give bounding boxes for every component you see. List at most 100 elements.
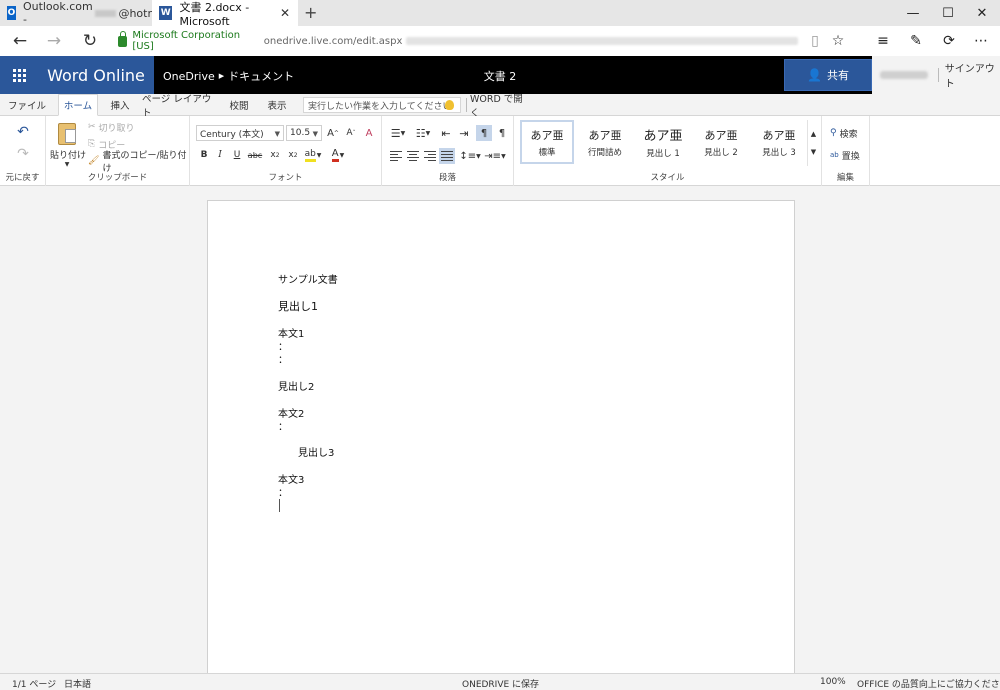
document-page[interactable]: サンプル文書 見出し1 本文1 ： ： 見出し2 本文2 ： 見出し3 本文3 … bbox=[207, 200, 795, 680]
app-brand[interactable]: Word Online bbox=[38, 56, 154, 94]
decrease-indent-icon[interactable]: ⇤ bbox=[439, 126, 453, 140]
open-in-word-button[interactable]: WORD で開く bbox=[470, 94, 530, 119]
breadcrumb-documents[interactable]: ドキュメント bbox=[228, 68, 294, 84]
doc-heading-2[interactable]: 見出し2 bbox=[278, 378, 314, 393]
chevron-down-icon: ▼ bbox=[312, 130, 318, 138]
shrink-font-icon[interactable]: Aˇ bbox=[345, 126, 357, 140]
tab-insert[interactable]: 挿入 bbox=[104, 94, 136, 116]
paste-dropdown-icon[interactable]: ▼ bbox=[62, 160, 72, 168]
style-normal[interactable]: あア亜 標準 bbox=[520, 120, 574, 164]
account-name-redacted[interactable] bbox=[880, 71, 928, 79]
breadcrumb-onedrive[interactable]: OneDrive bbox=[163, 70, 215, 83]
minimize-icon[interactable]: — bbox=[893, 2, 933, 24]
grow-font-icon[interactable]: A ^ bbox=[327, 126, 339, 140]
highlight-color-icon[interactable]: ab ▼ bbox=[303, 148, 323, 162]
search-icon: ⚲ bbox=[830, 128, 837, 138]
app-launcher-icon[interactable] bbox=[0, 56, 38, 94]
chevron-down-icon: ▼ bbox=[274, 130, 280, 138]
align-left-icon[interactable] bbox=[389, 149, 403, 163]
styles-scroll[interactable]: ▲ ▼ bbox=[807, 120, 819, 166]
document-canvas[interactable]: サンプル文書 見出し1 本文1 ： ： 見出し2 本文2 ： 見出し3 本文3 … bbox=[0, 187, 1000, 680]
clear-formatting-icon[interactable]: A bbox=[362, 126, 376, 140]
style-name: 見出し 3 bbox=[762, 147, 796, 158]
strikethrough-icon[interactable]: abc bbox=[247, 148, 263, 162]
font-size-select[interactable]: 10.5 ▼ bbox=[286, 125, 322, 141]
paragraph-spacing-icon[interactable]: ⇥≡ ▼ bbox=[484, 149, 506, 163]
tell-me-input[interactable]: 実行したい作業を入力してください bbox=[303, 97, 461, 113]
doc-title-line[interactable]: サンプル文書 bbox=[278, 271, 338, 286]
zoom-level[interactable]: 100% bbox=[820, 677, 846, 687]
style-heading-3[interactable]: あア亜 見出し 3 bbox=[752, 120, 806, 164]
font-group: Century (本文) ▼ 10.5 ▼ A ^ Aˇ A B I U abc … bbox=[190, 116, 382, 186]
share-button[interactable]: 👤 共有 bbox=[784, 59, 872, 91]
tab-word-document[interactable]: W 文書 2.docx - Microsoft ✕ bbox=[152, 0, 298, 28]
align-right-icon[interactable] bbox=[423, 149, 437, 163]
tab-file[interactable]: ファイル bbox=[6, 94, 48, 116]
cut-button[interactable]: ✂ 切り取り bbox=[88, 121, 135, 134]
style-sample: あア亜 bbox=[704, 128, 738, 142]
tab-outlook[interactable]: O Outlook.com - @hotr bbox=[0, 0, 152, 26]
window-close-icon[interactable]: ✕ bbox=[962, 2, 1000, 24]
justify-icon[interactable] bbox=[439, 148, 455, 164]
increase-indent-icon[interactable]: ⇥ bbox=[457, 126, 471, 140]
italic-icon[interactable]: I bbox=[214, 148, 226, 162]
line-spacing-icon[interactable]: ↕≡ ▼ bbox=[459, 149, 480, 163]
bold-icon[interactable]: B bbox=[198, 148, 210, 162]
doc-ellipsis[interactable]: ： bbox=[278, 351, 288, 366]
forward-icon[interactable]: → bbox=[42, 30, 66, 52]
web-note-icon[interactable]: ✎ bbox=[905, 31, 927, 51]
replace-button[interactable]: ab 置換 bbox=[830, 148, 860, 162]
close-tab-icon[interactable]: ✕ bbox=[280, 6, 290, 20]
replace-icon: ab bbox=[830, 151, 839, 159]
back-icon[interactable]: ← bbox=[8, 30, 32, 52]
align-center-icon[interactable] bbox=[406, 149, 420, 163]
undo-icon[interactable]: ↶ bbox=[14, 124, 32, 140]
tab-separator bbox=[466, 98, 467, 112]
refresh-icon[interactable]: ↻ bbox=[78, 30, 102, 52]
tab-view[interactable]: 表示 bbox=[260, 94, 294, 116]
find-button[interactable]: ⚲ 検索 bbox=[830, 126, 858, 140]
superscript-icon[interactable]: x2 bbox=[286, 148, 300, 162]
tell-me-placeholder: 実行したい作業を入力してください bbox=[308, 101, 452, 112]
new-tab-icon[interactable]: + bbox=[304, 3, 317, 22]
doc-ellipsis[interactable]: ： bbox=[278, 484, 288, 499]
redo-icon[interactable]: ↷ bbox=[14, 146, 32, 162]
style-heading-1[interactable]: あア亜 見出し 1 bbox=[636, 120, 690, 164]
doc-heading-1[interactable]: 見出し1 bbox=[278, 298, 318, 314]
font-color-icon[interactable]: A ▼ bbox=[328, 148, 348, 162]
doc-heading-3[interactable]: 見出し3 bbox=[298, 444, 334, 459]
tab-home[interactable]: ホーム bbox=[58, 94, 98, 116]
tab-review[interactable]: 校閲 bbox=[224, 94, 254, 116]
style-no-spacing[interactable]: あア亜 行間詰め bbox=[578, 120, 632, 164]
document-title[interactable]: 文書 2 bbox=[470, 68, 530, 84]
style-heading-2[interactable]: あア亜 見出し 2 bbox=[694, 120, 748, 164]
share-browser-icon[interactable]: ⟳ bbox=[938, 31, 960, 51]
signout-link[interactable]: サインアウト bbox=[945, 60, 1000, 90]
more-icon[interactable]: ⋯ bbox=[970, 31, 992, 51]
hub-icon[interactable]: ≡ bbox=[872, 31, 894, 51]
lock-icon bbox=[118, 30, 128, 47]
paste-icon[interactable] bbox=[54, 120, 80, 148]
ltr-direction-icon[interactable]: ¶ bbox=[476, 125, 492, 141]
format-painter-button[interactable]: 🖌 書式のコピー/貼り付け bbox=[88, 151, 189, 174]
style-name: 行間詰め bbox=[587, 147, 622, 158]
reading-view-icon[interactable]: ▯ bbox=[804, 31, 826, 51]
find-label: 検索 bbox=[839, 129, 858, 140]
language-status[interactable]: 日本語 bbox=[64, 677, 91, 690]
doc-ellipsis[interactable]: ： bbox=[278, 418, 288, 433]
style-sample: あア亜 bbox=[588, 128, 622, 142]
bullets-icon[interactable]: ☰ ▼ bbox=[388, 126, 408, 140]
tab-outlook-suffix: @hotr bbox=[118, 6, 152, 20]
style-sample: あア亜 bbox=[530, 128, 564, 142]
paste-button[interactable]: 貼り付け bbox=[48, 148, 88, 161]
numbering-icon[interactable]: ☷ ▼ bbox=[413, 126, 433, 140]
favorite-star-icon[interactable]: ☆ bbox=[827, 31, 849, 51]
font-size-value: 10.5 bbox=[290, 128, 311, 138]
subscript-icon[interactable]: x2 bbox=[268, 148, 282, 162]
underline-icon[interactable]: U bbox=[231, 148, 243, 162]
feedback-link[interactable]: OFFICE の品質向上にご協力ください bbox=[857, 677, 1000, 690]
rtl-direction-icon[interactable]: ¶ bbox=[495, 126, 509, 140]
address-field[interactable]: Microsoft Corporation [US] onedrive.live… bbox=[118, 30, 798, 52]
tab-page-layout[interactable]: ページ レイアウト bbox=[142, 94, 218, 119]
font-name-select[interactable]: Century (本文) ▼ bbox=[196, 125, 284, 141]
